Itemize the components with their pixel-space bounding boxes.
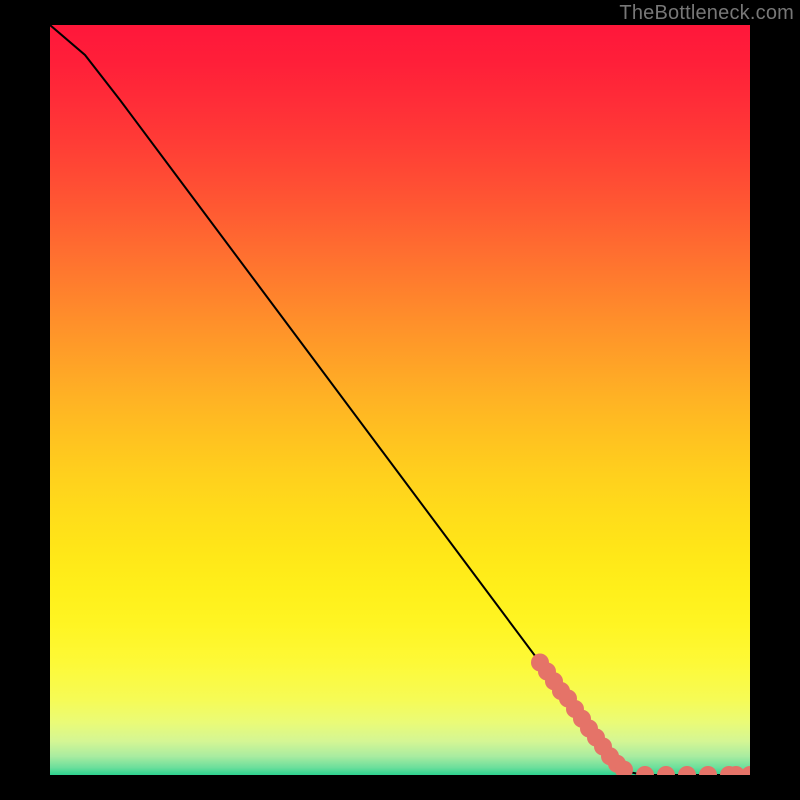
- gradient-background: [50, 25, 750, 775]
- chart-svg: [50, 25, 750, 775]
- chart-frame: TheBottleneck.com: [0, 0, 800, 800]
- plot-area: [50, 25, 750, 775]
- attribution-label: TheBottleneck.com: [619, 2, 794, 25]
